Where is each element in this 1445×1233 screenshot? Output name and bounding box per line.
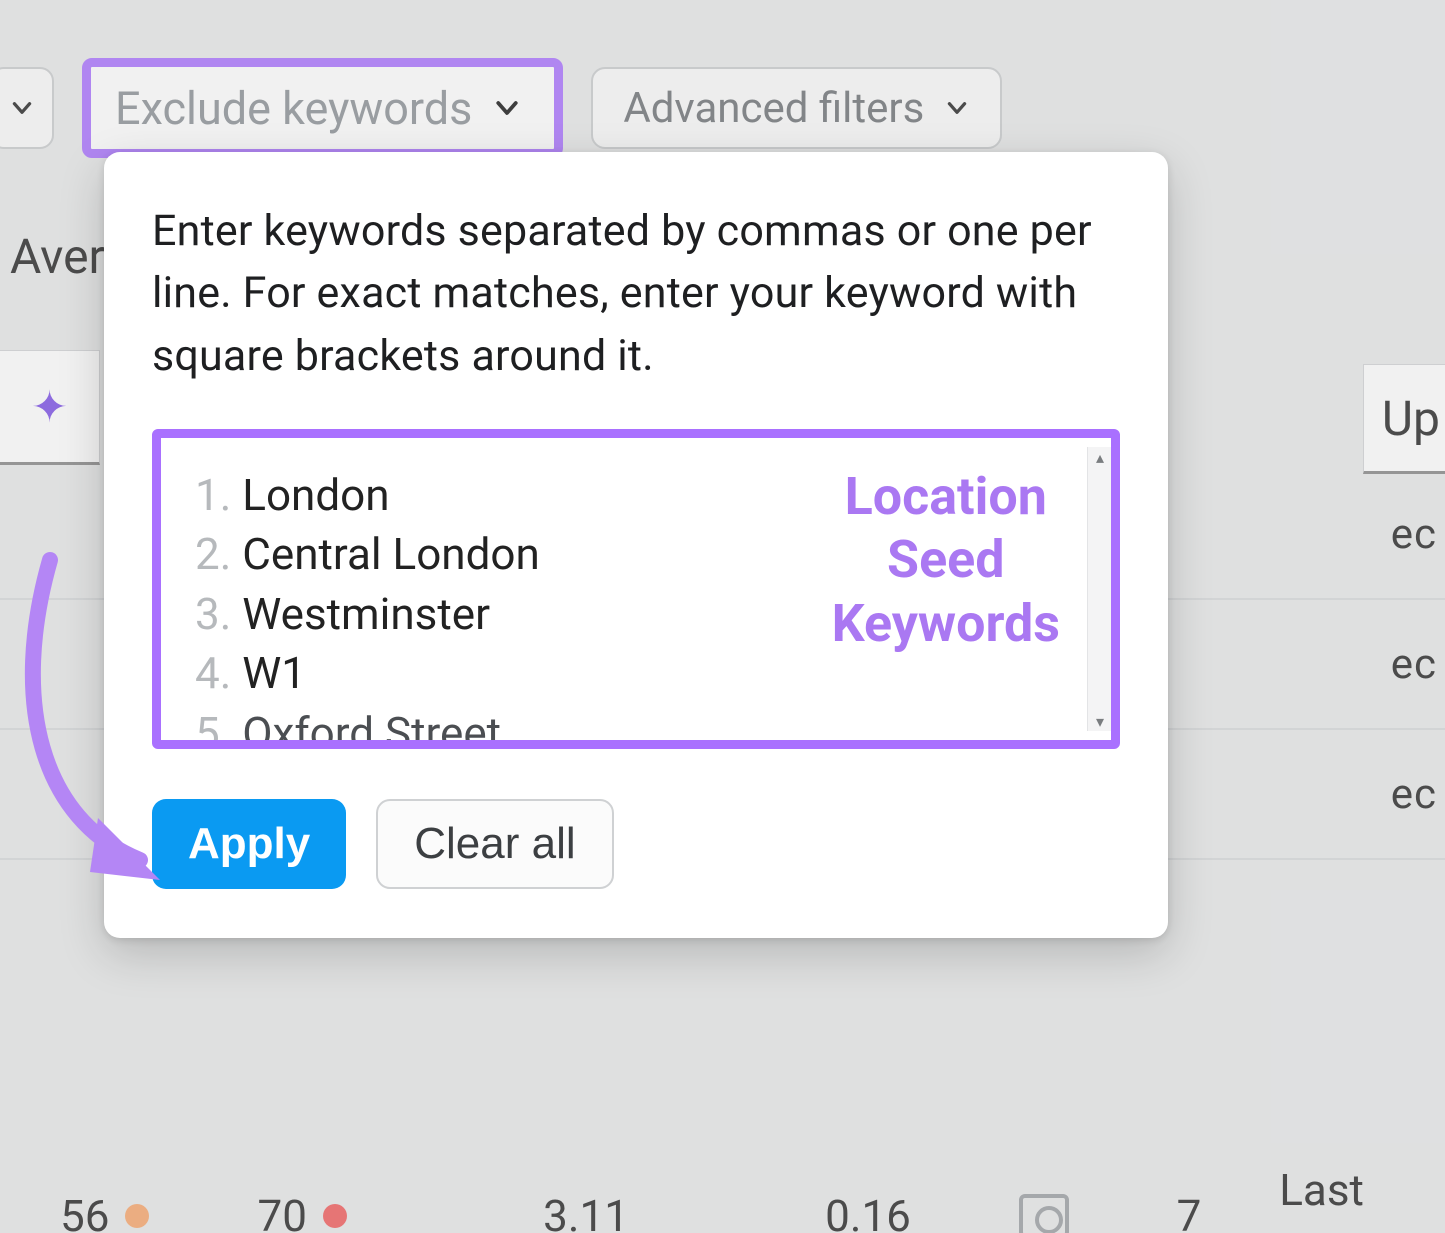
stat-value: 7: [1177, 1190, 1202, 1233]
row-right-text: ec: [1391, 640, 1437, 689]
popover-button-row: Apply Clear all: [152, 799, 1120, 889]
annotation-line: Keywords: [832, 592, 1060, 655]
annotation-line: Seed: [832, 528, 1060, 591]
bg-text-up: Up: [1363, 364, 1445, 474]
chevron-down-icon: [944, 95, 970, 121]
stat-cell: 70: [258, 1190, 347, 1233]
bg-text-aver: Aver: [0, 228, 105, 285]
stats-row: 56 70 3.11 0.16 7 Last wee: [60, 1164, 1445, 1233]
serp-snapshot-icon[interactable]: [1019, 1194, 1069, 1233]
sparkle-icon: ✦: [31, 381, 68, 433]
advanced-filters-label: Advanced filters: [623, 84, 924, 133]
chevron-down-icon: [492, 93, 522, 123]
difficulty-dot-red-icon: [323, 1204, 347, 1228]
scroll-down-icon: ▾: [1092, 713, 1108, 729]
filter-pill-collapsed[interactable]: [0, 67, 54, 149]
clear-all-button[interactable]: Clear all: [376, 799, 613, 889]
exclude-keywords-label: Exclude keywords: [115, 82, 472, 135]
textarea-scrollbar[interactable]: ▴ ▾: [1087, 447, 1111, 731]
advanced-filters-filter[interactable]: Advanced filters: [591, 67, 1002, 149]
stat-value: Last wee: [1279, 1164, 1445, 1233]
scroll-up-icon: ▴: [1092, 449, 1108, 465]
keyword-line: Oxford Street: [195, 704, 1077, 749]
stat-value: 0.16: [825, 1190, 911, 1233]
stat-value: 70: [258, 1190, 307, 1233]
stat-value: 56: [60, 1190, 109, 1233]
apply-button[interactable]: Apply: [152, 799, 346, 889]
stat-cell: 56: [60, 1190, 149, 1233]
exclude-keywords-filter[interactable]: Exclude keywords: [82, 58, 563, 158]
popover-instructions: Enter keywords separated by commas or on…: [152, 200, 1120, 387]
annotation-line: Location: [832, 465, 1060, 528]
row-right-text: ec: [1391, 510, 1437, 559]
row-right-text: ec: [1391, 770, 1437, 819]
sparkle-cell: ✦: [0, 350, 100, 465]
filter-row: Exclude keywords Advanced filters: [0, 58, 1445, 158]
chevron-down-icon: [9, 95, 35, 121]
annotation-label: Location Seed Keywords: [832, 465, 1060, 655]
exclude-keywords-popover: Enter keywords separated by commas or on…: [104, 152, 1168, 938]
stat-value: 3.11: [543, 1190, 629, 1233]
difficulty-dot-orange-icon: [125, 1204, 149, 1228]
